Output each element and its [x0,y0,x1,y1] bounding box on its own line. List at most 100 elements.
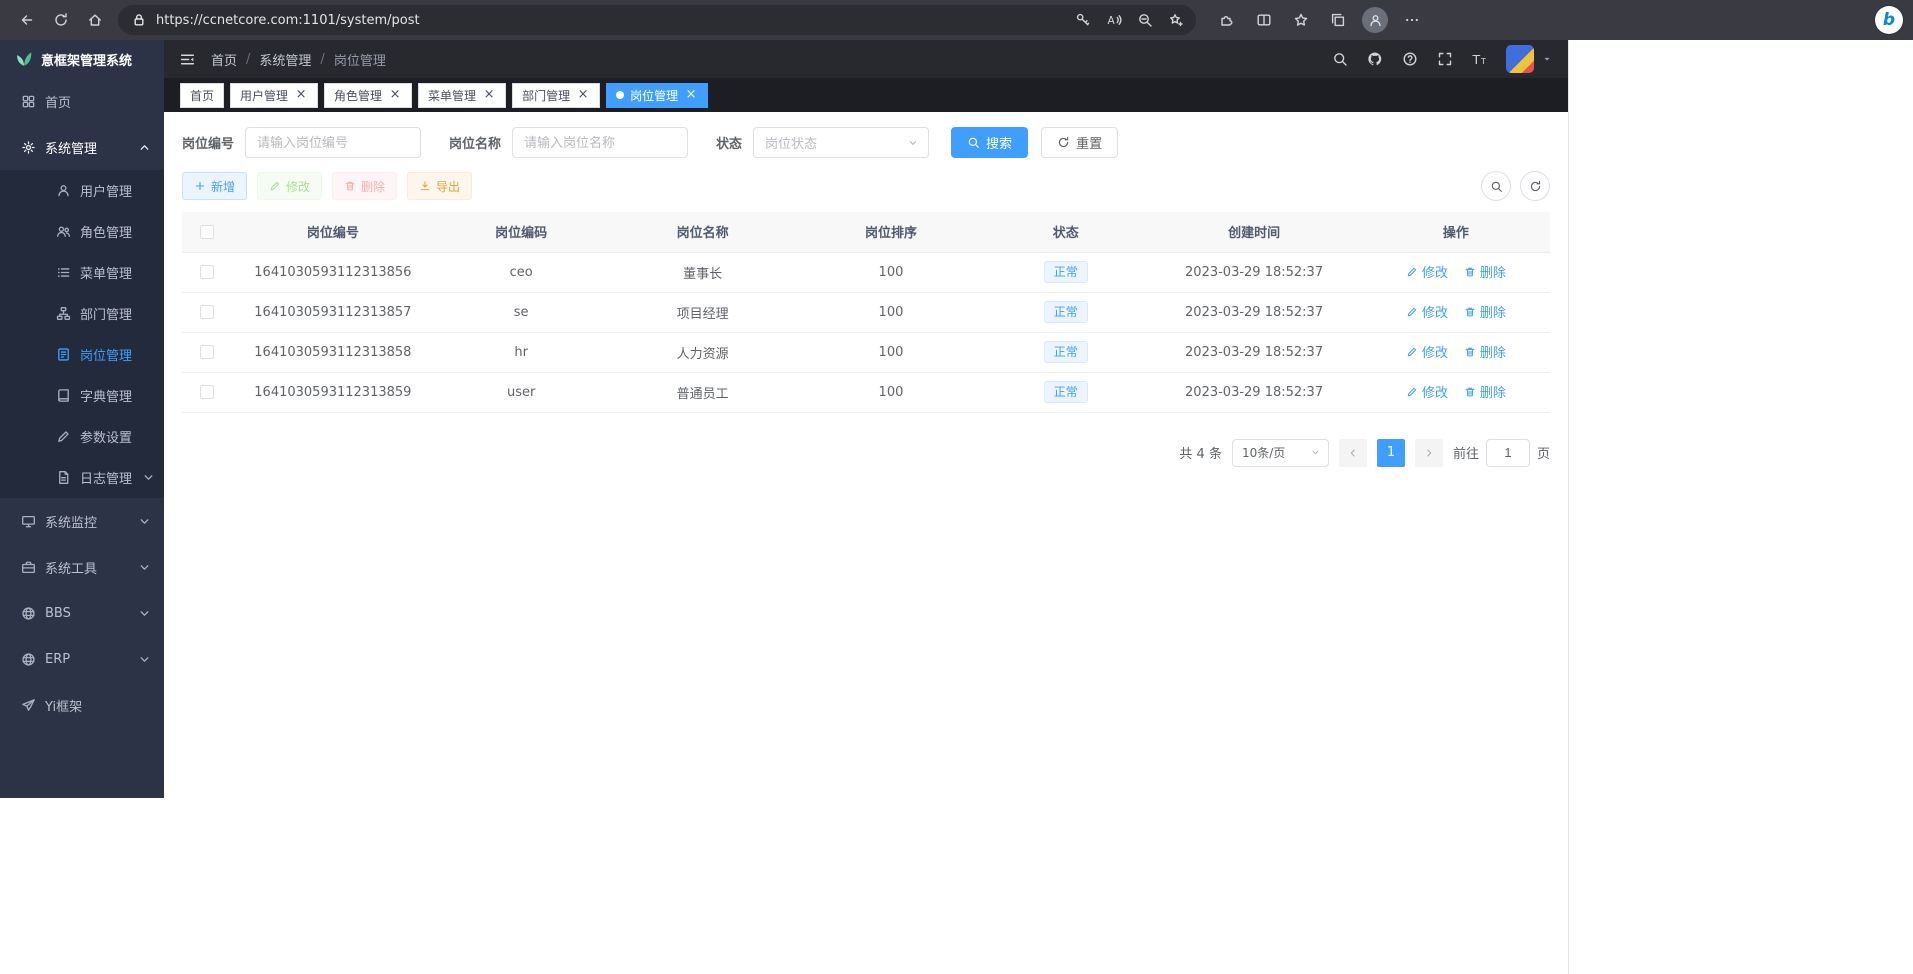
browser-refresh-button[interactable] [44,5,78,35]
post-name-cell: 项目经理 [609,292,797,332]
row-checkbox[interactable] [200,385,214,399]
row-checkbox[interactable] [200,265,214,279]
refresh-table-button[interactable] [1520,171,1550,201]
browser-home-button[interactable] [78,5,112,35]
status-select[interactable]: 岗位状态 [753,127,929,158]
bing-chat-button[interactable]: b [1875,6,1903,34]
docs-button[interactable] [1396,45,1424,73]
sidebar-item-label: 日志管理 [80,468,132,487]
tab-user-management[interactable]: 用户管理 × [230,83,318,108]
chevron-up-icon [137,140,152,155]
browser-menu-button[interactable] [1395,5,1429,35]
browser-back-button[interactable] [10,5,44,35]
goto-page-input[interactable] [1486,439,1530,467]
github-button[interactable] [1361,45,1389,73]
sidebar-item-dict-management[interactable]: 字典管理 [0,375,164,416]
tab-menu-management[interactable]: 菜单管理× [418,83,506,108]
collections-button[interactable] [1321,5,1355,35]
row-checkbox-cell [182,292,232,332]
select-all-checkbox[interactable] [200,225,214,239]
password-manager-button[interactable] [1068,7,1097,33]
sidebar-item-user-management[interactable]: 用户管理 [0,170,164,211]
active-tab-dot [616,91,624,99]
split-screen-button[interactable] [1247,5,1281,35]
tab-label: 用户管理 [240,87,288,104]
user-avatar[interactable] [1506,45,1534,73]
sidebar-item-yi-framework[interactable]: Yi框架 [0,682,164,728]
add-button[interactable]: 新增 [182,172,247,200]
sidebar-item-role-management[interactable]: 角色管理 [0,211,164,252]
font-size-button[interactable]: TT [1466,45,1494,73]
post-code-cell: user [434,372,609,412]
row-checkbox[interactable] [200,345,214,359]
tab-home[interactable]: 首页 [180,83,224,108]
tab-post-management[interactable]: 岗位管理× [606,83,708,108]
toggle-search-button[interactable] [1481,171,1511,201]
page-size-select[interactable]: 10条/页 [1232,439,1329,467]
next-page-button[interactable] [1415,439,1443,467]
row-edit-button[interactable]: 修改 [1406,342,1448,361]
row-edit-button[interactable]: 修改 [1406,262,1448,281]
row-delete-button[interactable]: 删除 [1464,382,1506,401]
breadcrumb-item[interactable]: 系统管理 [259,50,311,69]
reset-button[interactable]: 重置 [1041,127,1118,158]
edit-button[interactable]: 修改 [257,172,322,200]
row-delete-button[interactable]: 删除 [1464,342,1506,361]
sidebar-item-menu-management[interactable]: 菜单管理 [0,252,164,293]
search-icon [1332,51,1348,67]
chevron-down-icon [1310,447,1321,458]
tab-close-icon[interactable]: × [482,88,496,102]
sidebar-item-system-management[interactable]: 系统管理 [0,124,164,170]
dots-icon [1404,12,1420,28]
row-delete-button[interactable]: 删除 [1464,262,1506,281]
prev-page-button[interactable] [1339,439,1367,467]
goto-page: 前往 页 [1453,439,1550,467]
sidebar-item-erp[interactable]: ERP [0,636,164,682]
sidebar-item-bbs[interactable]: BBS [0,590,164,636]
sidebar-item-dept-management[interactable]: 部门管理 [0,293,164,334]
row-checkbox[interactable] [200,305,214,319]
table-header-row: 岗位编号岗位编码岗位名称岗位排序状态创建时间操作 [182,212,1550,252]
fullscreen-button[interactable] [1431,45,1459,73]
sidebar-item-system-tools[interactable]: 系统工具 [0,544,164,590]
sidebar-item-home[interactable]: 首页 [0,78,164,124]
goto-label-suffix: 页 [1537,443,1550,462]
search-button[interactable]: 搜索 [951,127,1028,158]
extensions-button[interactable] [1210,5,1244,35]
zoom-button[interactable] [1130,7,1159,33]
tab-close-icon[interactable]: × [388,88,402,102]
post-name-input[interactable] [512,127,688,158]
page-1-button[interactable]: 1 [1377,439,1405,467]
browser-profile-avatar[interactable] [1362,7,1388,33]
row-edit-button[interactable]: 修改 [1406,382,1448,401]
address-bar[interactable]: https://ccnetcore.com:1101/system/post A [118,5,1196,35]
tab-close-icon[interactable]: × [294,88,308,102]
reset-button-label: 重置 [1076,133,1102,152]
add-favorite-button[interactable] [1161,7,1190,33]
post-code-input[interactable] [245,127,421,158]
caret-down-icon[interactable] [1541,53,1553,65]
sidebar-item-label: 字典管理 [80,386,132,405]
sidebar-item-system-monitor[interactable]: 系统监控 [0,498,164,544]
tab-dept-management[interactable]: 部门管理× [512,83,600,108]
breadcrumb-item[interactable]: 首页 [211,50,237,69]
navbar-search-button[interactable] [1326,45,1354,73]
post-table: 岗位编号岗位编码岗位名称岗位排序状态创建时间操作 164103059311231… [182,212,1550,413]
edit-icon [1406,306,1418,318]
sidebar-item-log-management[interactable]: 日志管理 [0,457,164,498]
row-delete-button[interactable]: 删除 [1464,302,1506,321]
read-aloud-button[interactable]: A [1099,7,1128,33]
trash-icon [344,180,356,192]
tab-role-management[interactable]: 角色管理× [324,83,412,108]
sidebar-toggle-button[interactable] [179,51,196,68]
tab-close-icon[interactable]: × [576,88,590,102]
row-edit-button[interactable]: 修改 [1406,302,1448,321]
sidebar-item-post-management[interactable]: 岗位管理 [0,334,164,375]
browser-side-panel [1568,40,1913,974]
sidebar-item-param-settings[interactable]: 参数设置 [0,416,164,457]
favorites-button[interactable] [1284,5,1318,35]
delete-button[interactable]: 删除 [332,172,397,200]
tab-close-icon[interactable]: × [684,88,698,102]
chevron-down-icon [137,652,152,667]
export-button[interactable]: 导出 [407,172,472,200]
